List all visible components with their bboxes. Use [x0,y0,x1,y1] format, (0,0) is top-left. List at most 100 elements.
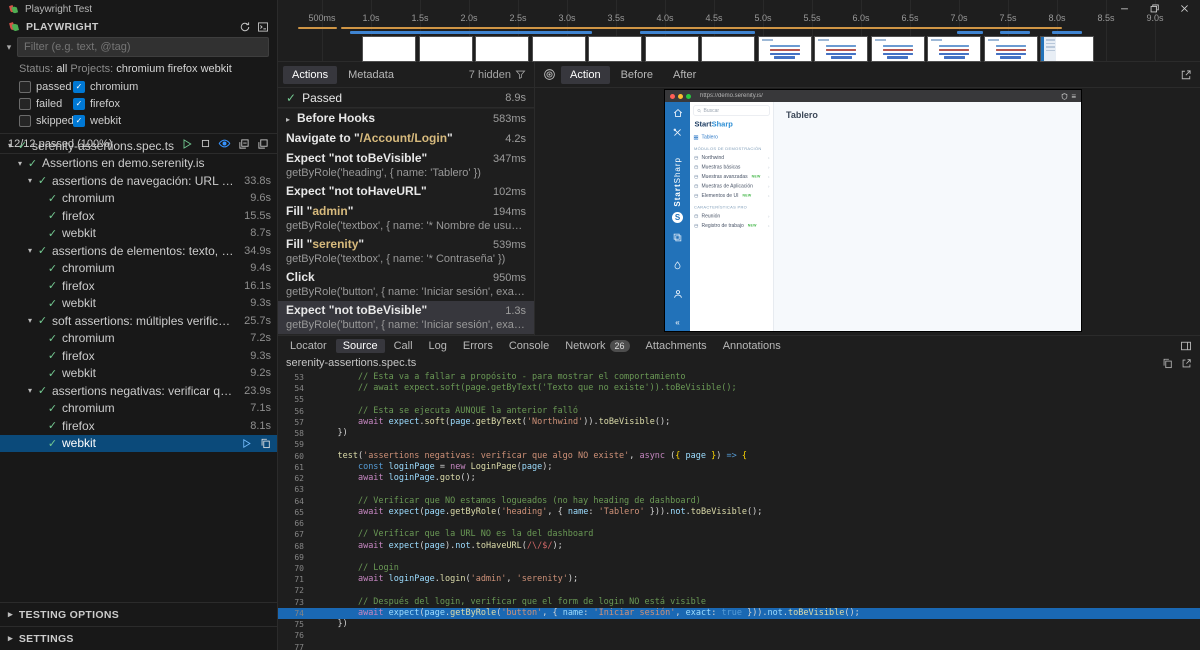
tab-annotations[interactable]: Annotations [716,339,788,353]
chevron-down-icon[interactable]: ▾ [24,246,36,255]
action-item[interactable]: Fill "serenity"539msgetByRole('textbox',… [278,235,534,268]
project-filter-firefox[interactable]: firefox [73,98,277,110]
theme-paint-icon[interactable] [673,261,682,270]
timeline-screenshot-thumbnail[interactable] [588,36,642,62]
windows-icon[interactable] [673,233,682,242]
checkbox-skipped[interactable] [19,115,31,127]
timeline-screenshot-thumbnail[interactable] [758,36,812,62]
tree-item[interactable]: ✓firefox16.1s [0,277,277,295]
timeline-screenshot-thumbnail[interactable] [984,36,1038,62]
checkbox-webkit[interactable] [73,115,85,127]
tools-icon[interactable] [673,128,682,137]
timeline-screenshot-thumbnail[interactable] [871,36,925,62]
tab-network[interactable]: Network26 [558,339,636,353]
tree-item[interactable]: ✓webkit [0,435,277,453]
tab-console[interactable]: Console [502,339,556,353]
tree-item[interactable]: ✓firefox15.5s [0,207,277,225]
tab-metadata[interactable]: Metadata [339,66,403,84]
tab-snapshot-after[interactable]: After [664,66,705,84]
close-button[interactable] [1179,3,1190,14]
tree-item[interactable]: ✓firefox8.1s [0,417,277,435]
chevron-right-icon[interactable]: ▸ [286,115,297,124]
tree-item[interactable]: ▾✓assertions negativas: verificar que al… [0,382,277,400]
testing-options-section[interactable]: ▸ TESTING OPTIONS [0,602,277,626]
tree-item[interactable]: ✓webkit8.7s [0,225,277,243]
timeline-screenshot-thumbnail[interactable] [645,36,699,62]
tree-item[interactable]: ▾✓serenity-assertions.spec.ts [0,137,277,155]
nav-item[interactable]: Muestras avanzadasNEW› [694,172,770,182]
status-filter-failed[interactable]: failed [19,98,73,110]
action-item[interactable]: Expect "not toHaveURL"102ms [278,182,534,202]
timeline-screenshot-thumbnail[interactable] [701,36,755,62]
source-code-viewer[interactable]: 53 // Esta va a fallar a propósito - par… [278,371,1200,650]
action-item[interactable]: Navigate to "/Account/Login"4.2s [278,129,534,149]
open-external-icon[interactable] [1180,69,1200,81]
filter-funnel-icon[interactable] [515,69,526,80]
project-filter-chromium[interactable]: chromium [73,81,277,93]
timeline-screenshot-thumbnail[interactable] [814,36,868,62]
action-item[interactable]: Click950msgetByRole('button', { name: 'I… [278,268,534,301]
nav-item[interactable]: Reunión› [694,212,770,222]
tab-actions[interactable]: Actions [283,66,337,84]
timeline-screenshot-thumbnail[interactable] [532,36,586,62]
action-item[interactable]: Expect "not toBeVisible"347msgetByRole('… [278,149,534,182]
tree-item[interactable]: ✓firefox9.3s [0,347,277,365]
copy-icon[interactable] [1162,358,1173,369]
tree-item[interactable]: ✓chromium9.4s [0,260,277,278]
test-result-row[interactable]: ✓ Passed 8.9s [278,88,534,108]
user-icon[interactable] [673,289,683,299]
status-filter-skipped[interactable]: skipped [19,115,73,127]
tree-item[interactable]: ✓chromium9.6s [0,190,277,208]
site-search-input[interactable]: Buscar [694,106,770,116]
layout-columns-icon[interactable] [1180,340,1200,352]
nav-item[interactable]: Elementos de UINEW› [694,191,770,201]
tree-item[interactable]: ▾✓soft assertions: múltiples verificacio… [0,312,277,330]
tab-snapshot-action[interactable]: Action [561,66,610,84]
playwright-section-header[interactable]: PLAYWRIGHT [0,17,277,36]
refresh-icon[interactable] [239,21,251,33]
minimize-button[interactable] [1119,3,1130,14]
pick-locator-target-icon[interactable] [543,68,556,81]
chevron-down-icon[interactable]: ▾ [4,42,14,53]
timeline[interactable]: 500ms1.0s1.5s2.0s2.5s3.0s3.5s4.0s4.5s5.0… [278,0,1200,62]
action-item[interactable]: Expect "not toBeVisible"1.3sgetByRole('b… [278,301,534,334]
tab-log[interactable]: Log [422,339,454,353]
checkbox-chromium[interactable] [73,81,85,93]
timeline-screenshot-thumbnail[interactable] [362,36,416,62]
settings-section[interactable]: ▸ SETTINGS [0,626,277,650]
chevron-down-icon[interactable]: ▾ [4,141,16,150]
open-source-button[interactable] [260,438,271,449]
nav-item[interactable]: Muestras básicas› [694,163,770,173]
terminal-icon[interactable] [257,21,269,33]
tree-item[interactable]: ✓webkit9.2s [0,365,277,383]
timeline-screenshot-thumbnail[interactable] [927,36,981,62]
tab-call[interactable]: Call [387,339,420,353]
status-filter-passed[interactable]: passed [19,81,73,93]
tab-snapshot-before[interactable]: Before [612,66,662,84]
checkbox-passed[interactable] [19,81,31,93]
tab-source[interactable]: Source [336,339,385,353]
nav-item-tablero[interactable]: Tablero [694,133,770,143]
timeline-screenshot-thumbnail[interactable] [1040,36,1094,62]
tree-item[interactable]: ✓chromium7.2s [0,330,277,348]
tree-item[interactable]: ✓webkit9.3s [0,295,277,313]
nav-item[interactable]: Muestras de Aplicación› [694,182,770,192]
checkbox-firefox[interactable] [73,98,85,110]
tab-attachments[interactable]: Attachments [639,339,714,353]
restore-button[interactable] [1149,3,1160,14]
tab-errors[interactable]: Errors [456,339,500,353]
timeline-screenshot-thumbnail[interactable] [475,36,529,62]
tree-item[interactable]: ▾✓assertions de navegación: URL y título… [0,172,277,190]
project-filter-webkit[interactable]: webkit [73,115,277,127]
home-icon[interactable] [673,108,683,118]
nav-item[interactable]: Registro de trabajoNEW› [694,221,770,231]
action-item[interactable]: Fill "admin"194msgetByRole('textbox', { … [278,202,534,235]
chevron-down-icon[interactable]: ▾ [24,176,36,185]
chevron-down-icon[interactable]: ▾ [24,386,36,395]
checkbox-failed[interactable] [19,98,31,110]
nav-item[interactable]: Northwind› [694,153,770,163]
run-test-button[interactable] [241,438,252,449]
chevron-down-icon[interactable]: ▾ [24,316,36,325]
tree-item[interactable]: ▾✓Assertions en demo.serenity.is [0,155,277,173]
tree-item[interactable]: ▾✓assertions de elementos: texto, visibi… [0,242,277,260]
